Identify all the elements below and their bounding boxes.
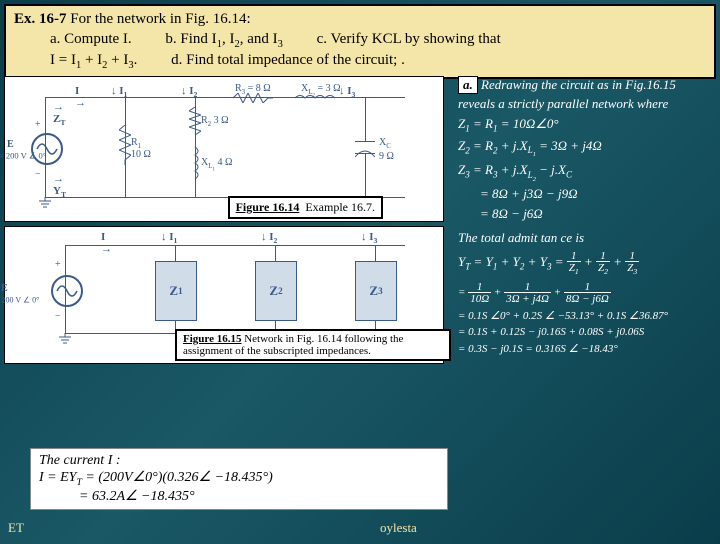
- part-c-label: c.: [317, 31, 327, 47]
- left-column: E = 200 V ∠ 0° + − →ZT →YT I→ ↓ I1 R1 10…: [4, 76, 444, 364]
- ac-source-icon: [51, 275, 83, 307]
- impedance-z2: Z2: [255, 261, 297, 321]
- footer-left: ET: [8, 520, 24, 536]
- solution-panel: a. Redrawing the circuit as in Fig.16.15…: [458, 76, 714, 359]
- footer-center: oylesta: [380, 520, 417, 536]
- part-d-label: d.: [171, 52, 182, 68]
- part-a-text: Compute I.: [64, 31, 132, 47]
- part-d-text: Find total impedance of the circuit; .: [186, 52, 405, 68]
- solution-i-title: The current I :: [39, 453, 439, 469]
- part-c-text: Verify KCL by showing that: [331, 31, 501, 47]
- solution-part-a-label: a.: [458, 76, 478, 94]
- impedance-z1: Z1: [155, 261, 197, 321]
- part-a-label: a.: [50, 31, 60, 47]
- impedance-z3: Z3: [355, 261, 397, 321]
- figure-15-caption: Figure 16.15 Network in Fig. 16.14 follo…: [175, 329, 451, 361]
- problem-intro: For the network in Fig. 16.14:: [70, 11, 250, 27]
- figure-16-15: E = 200 V ∠ 0° + − I→ Z1 ↓ I1 Z2 ↓ I2 Z3…: [4, 226, 444, 364]
- part-b-text: Find I: [180, 31, 216, 47]
- figure-16-14: E = 200 V ∠ 0° + − →ZT →YT I→ ↓ I1 R1 10…: [4, 76, 444, 222]
- problem-statement: Ex. 16-7 For the network in Fig. 16.14: …: [4, 4, 716, 79]
- part-c-eq: I = I: [50, 52, 76, 68]
- part-b-label: b.: [165, 31, 176, 47]
- solution-part-a-text: Redrawing the circuit as in Fig.16.15 re…: [458, 77, 676, 111]
- admittance-title: The total admit tan ce is: [458, 230, 714, 246]
- example-number: Ex. 16-7: [14, 11, 67, 27]
- figure-14-caption: Figure 16.14 Example 16.7.: [228, 196, 383, 219]
- solution-current-i: The current I : I = EYT = (200V∠0°)(0.32…: [30, 448, 448, 510]
